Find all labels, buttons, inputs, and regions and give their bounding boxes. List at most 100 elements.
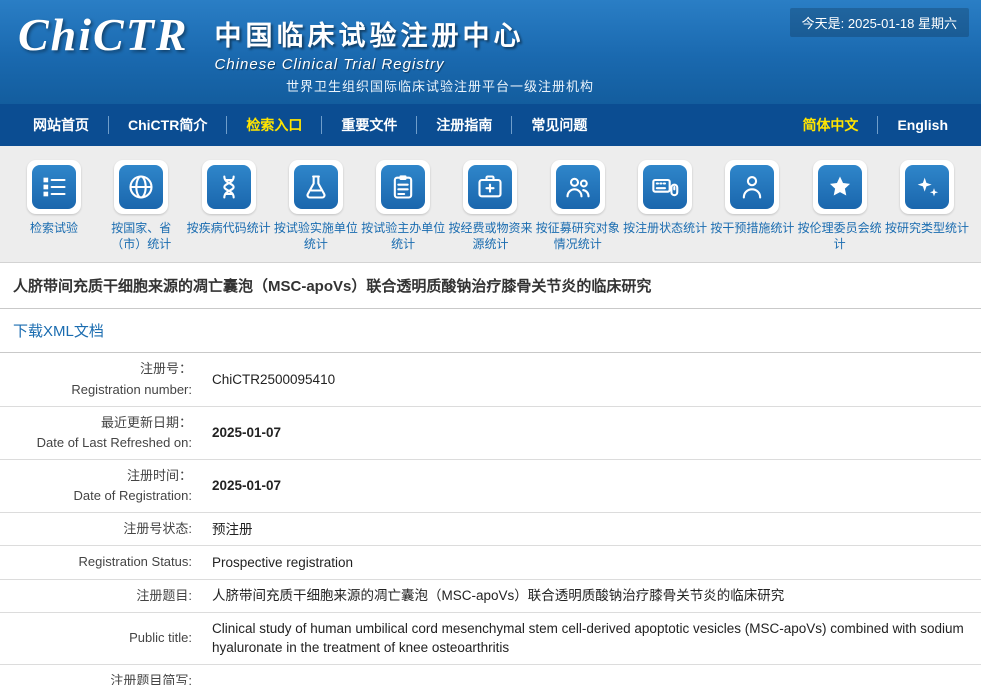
row-value: Clinical study of human umbilical cord m… — [200, 613, 981, 664]
row-acronym-cn: 注册题目简写: — [0, 665, 981, 685]
dna-icon — [207, 165, 251, 209]
trial-detail-table: 注册号： Registration number: ChiCTR25000954… — [0, 353, 981, 685]
row-label: Registration Status: — [0, 546, 200, 578]
toolbar-item-label: 按研究类型统计 — [885, 220, 969, 236]
row-value: 2025-01-07 — [200, 470, 981, 502]
site-titles: 中国临床试验注册中心 Chinese Clinical Trial Regist… — [215, 10, 525, 73]
icon-tile — [289, 160, 343, 214]
toolbar-item-by-disease-code[interactable]: 按疾病代码统计 — [187, 160, 271, 236]
who-subtitle: 世界卫生组织国际临床试验注册平台一级注册机构 — [286, 76, 594, 95]
site-title-en: Chinese Clinical Trial Registry — [215, 56, 525, 73]
site-header: 今天是: 2025-01-18 星期六 ChiCTR 中国临床试验注册中心 Ch… — [0, 0, 981, 104]
label-cn: 注册号状态: — [8, 519, 192, 539]
toolbar-item-by-intervention[interactable]: 按干预措施统计 — [710, 160, 794, 236]
today-date: 今天是: 2025-01-18 星期六 — [790, 8, 969, 37]
nav-language-switch: 简体中文 English — [783, 116, 967, 134]
nav-item-important-docs[interactable]: 重要文件 — [321, 116, 416, 134]
label-cn: 注册题目: — [8, 586, 192, 606]
row-registration-status-cn: 注册号状态: 预注册 — [0, 513, 981, 546]
star-icon — [818, 165, 862, 209]
label-cn: 最近更新日期： — [8, 413, 192, 433]
row-date-of-registration: 注册时间： Date of Registration: 2025-01-07 — [0, 460, 981, 513]
row-label: 最近更新日期： Date of Last Refreshed on: — [0, 407, 200, 459]
toolbar-item-by-recruitment-status[interactable]: 按征募研究对象情况统计 — [536, 160, 620, 252]
icon-tile — [813, 160, 867, 214]
toolbar-item-label: 按经费或物资来源统计 — [448, 220, 532, 252]
trial-title: 人脐带间充质干细胞来源的凋亡囊泡（MSC-apoVs）联合透明质酸钠治疗膝骨关节… — [0, 263, 981, 309]
chictr-logo[interactable]: ChiCTR — [18, 10, 189, 61]
toolbar-item-label: 按试验主办单位统计 — [361, 220, 445, 252]
medkit-icon — [468, 165, 512, 209]
toolbar-item-label: 按国家、省（市）统计 — [99, 220, 183, 252]
toolbar-item-label: 按伦理委员会统计 — [798, 220, 882, 252]
download-xml-link[interactable]: 下载XML文档 — [13, 323, 104, 340]
row-label: 注册题目: — [0, 580, 200, 612]
people-icon — [556, 165, 600, 209]
icon-tile — [463, 160, 517, 214]
toolbar-item-label: 按疾病代码统计 — [187, 220, 271, 236]
sparkles-icon — [905, 165, 949, 209]
label-cn: 注册题目简写: — [8, 671, 192, 685]
icon-tile — [114, 160, 168, 214]
label-en: Date of Registration: — [8, 486, 192, 506]
toolbar-item-label: 按注册状态统计 — [623, 220, 707, 236]
row-label: 注册号： Registration number: — [0, 353, 200, 405]
row-last-refreshed: 最近更新日期： Date of Last Refreshed on: 2025-… — [0, 407, 981, 460]
clipboard-icon — [381, 165, 425, 209]
toolbar-item-by-funding-source[interactable]: 按经费或物资来源统计 — [448, 160, 532, 252]
download-row: 下载XML文档 — [0, 309, 981, 353]
toolbar-item-by-ethics-committee[interactable]: 按伦理委员会统计 — [798, 160, 882, 252]
row-public-title-en: Public title: Clinical study of human um… — [0, 613, 981, 665]
row-value: 预注册 — [200, 514, 981, 546]
keyboard-mouse-icon — [643, 165, 687, 209]
nav-item-faq[interactable]: 常见问题 — [511, 116, 606, 134]
toolbar-item-search-trials[interactable]: 检索试验 — [12, 160, 96, 236]
label-en: Registration number: — [8, 380, 192, 400]
toolbar-item-by-country[interactable]: 按国家、省（市）统计 — [99, 160, 183, 252]
toolbar-item-label: 按征募研究对象情况统计 — [536, 220, 620, 252]
label-cn: 注册时间： — [8, 466, 192, 486]
row-value — [200, 675, 981, 685]
row-label: 注册时间： Date of Registration: — [0, 460, 200, 512]
person-icon — [730, 165, 774, 209]
toolbar-item-label: 按干预措施统计 — [710, 220, 794, 236]
toolbar-item-label: 检索试验 — [30, 220, 78, 236]
label-cn: 注册号： — [8, 359, 192, 379]
toolbar-item-by-implementing-unit[interactable]: 按试验实施单位统计 — [274, 160, 358, 252]
row-label: 注册号状态: — [0, 513, 200, 545]
row-value: ChiCTR2500095410 — [200, 364, 981, 396]
icon-tile — [202, 160, 256, 214]
label-en: Public title: — [8, 628, 192, 648]
nav-item-home[interactable]: 网站首页 — [14, 116, 108, 134]
lang-simplified-chinese[interactable]: 简体中文 — [783, 116, 877, 134]
flask-icon — [294, 165, 338, 209]
row-public-title-cn: 注册题目: 人脐带间充质干细胞来源的凋亡囊泡（MSC-apoVs）联合透明质酸钠… — [0, 580, 981, 613]
row-label: 注册题目简写: — [0, 665, 200, 685]
site-title-cn: 中国临床试验注册中心 — [215, 14, 525, 53]
lang-english[interactable]: English — [877, 116, 967, 134]
row-value: Prospective registration — [200, 547, 981, 579]
row-label: Public title: — [0, 622, 200, 654]
nav-left: 网站首页 ChiCTR简介 检索入口 重要文件 注册指南 常见问题 — [14, 116, 783, 134]
icon-tile — [725, 160, 779, 214]
nav-item-about[interactable]: ChiCTR简介 — [108, 116, 226, 134]
list-search-icon — [32, 165, 76, 209]
nav-item-registration-guide[interactable]: 注册指南 — [416, 116, 511, 134]
icon-tile — [551, 160, 605, 214]
row-value: 人脐带间充质干细胞来源的凋亡囊泡（MSC-apoVs）联合透明质酸钠治疗膝骨关节… — [200, 580, 981, 612]
toolbar-item-by-registration-status[interactable]: 按注册状态统计 — [623, 160, 707, 236]
row-registration-status-en: Registration Status: Prospective registr… — [0, 546, 981, 579]
row-registration-number: 注册号： Registration number: ChiCTR25000954… — [0, 353, 981, 406]
toolbar-item-label: 按试验实施单位统计 — [274, 220, 358, 252]
icon-tile — [638, 160, 692, 214]
toolbar-item-by-sponsor-unit[interactable]: 按试验主办单位统计 — [361, 160, 445, 252]
nav-item-search-entry[interactable]: 检索入口 — [226, 116, 321, 134]
label-en: Date of Last Refreshed on: — [8, 433, 192, 453]
toolbar-item-by-study-type[interactable]: 按研究类型统计 — [885, 160, 969, 236]
icon-tile — [27, 160, 81, 214]
icon-tile — [376, 160, 430, 214]
statistics-toolbar: 检索试验 按国家、省（市）统计 按疾病代码统计 按试验实施单位统计 — [0, 146, 981, 263]
icon-tile — [900, 160, 954, 214]
globe-icon — [119, 165, 163, 209]
main-nav: 网站首页 ChiCTR简介 检索入口 重要文件 注册指南 常见问题 简体中文 E… — [0, 104, 981, 146]
